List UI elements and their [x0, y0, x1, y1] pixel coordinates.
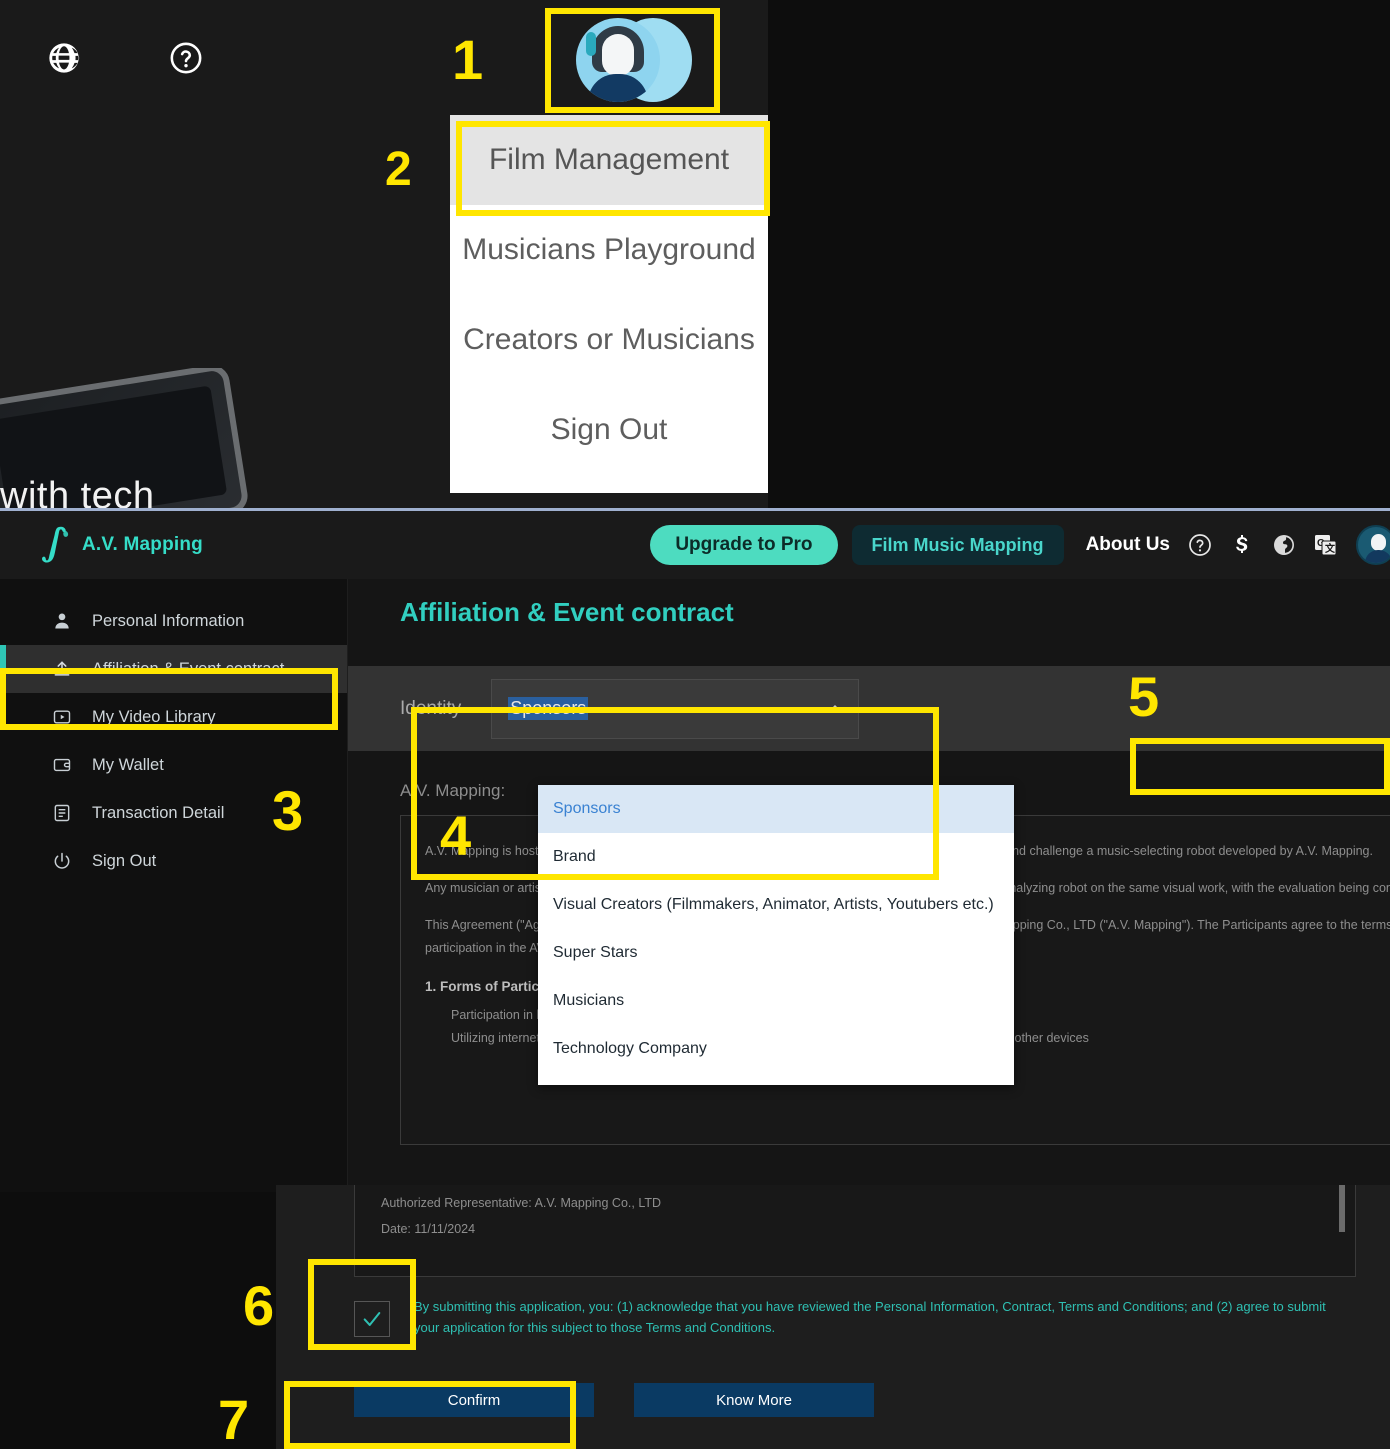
- sidebar-item-my-video-library[interactable]: My Video Library: [0, 693, 347, 741]
- about-us-link[interactable]: About Us: [1086, 534, 1170, 556]
- help-icon[interactable]: [169, 41, 203, 75]
- app-header: A.V. Mapping Upgrade to Pro Film Music M…: [0, 511, 1390, 579]
- dropdown-option-label: Musicians: [553, 992, 625, 1009]
- power-icon: [54, 852, 70, 869]
- dropdown-option-brand[interactable]: Brand: [538, 833, 1014, 881]
- screenshot-root: Film Management Musicians Playground Cre…: [0, 0, 1390, 1449]
- brand[interactable]: A.V. Mapping: [38, 526, 203, 564]
- signature-line: Authorized Representative: A.V. Mapping …: [381, 1196, 662, 1210]
- brand-name: A.V. Mapping: [82, 534, 203, 555]
- agreement-text: By submitting this application, you: (1)…: [414, 1299, 1326, 1335]
- signature-line: Date: 11/11/2024: [381, 1222, 476, 1237]
- sidebar-item-label: Affiliation & Event contract: [92, 659, 285, 678]
- profile-avatar-icon: [570, 14, 698, 106]
- menu-item-label: Film Management: [488, 143, 730, 176]
- sidebar-item-label: My Video Library: [92, 707, 216, 726]
- profile-menu-overlay: Film Management Musicians Playground Cre…: [0, 0, 768, 508]
- page-title: Affiliation & Event contract: [400, 597, 734, 627]
- dropdown-option-label: Brand: [553, 848, 596, 865]
- identity-selected-value: Sponsors: [508, 697, 589, 720]
- menu-item-creators-or-musicians[interactable]: Creators or Musicians: [450, 295, 768, 385]
- background-photo: with tech: [0, 368, 450, 508]
- action-buttons: Confirm Know More: [354, 1383, 874, 1417]
- sidebar: Personal Information Affiliation & Event…: [0, 579, 348, 1192]
- identity-select[interactable]: Sponsors: [491, 678, 860, 739]
- sidebar-item-sign-out[interactable]: Sign Out: [0, 837, 347, 885]
- annotation-number-7: 7: [218, 1388, 250, 1449]
- translate-icon[interactable]: G 文: [1314, 533, 1338, 557]
- film-music-mapping-button[interactable]: Film Music Mapping: [851, 525, 1064, 565]
- globe-icon[interactable]: [1272, 533, 1296, 557]
- menu-item-musicians-playground[interactable]: Musicians Playground: [450, 205, 768, 295]
- dropdown-option-musicians[interactable]: Musicians: [538, 977, 1014, 1025]
- dropdown-option-sponsors[interactable]: Sponsors: [538, 785, 1014, 833]
- identity-panel: Identity Sponsors Edit Profile: [348, 666, 1390, 751]
- scrollbar-thumb[interactable]: [1339, 1185, 1345, 1232]
- help-icon[interactable]: [1188, 533, 1212, 557]
- sidebar-item-personal-information[interactable]: Personal Information: [0, 597, 347, 645]
- identity-dropdown-list: Sponsors Brand Visual Creators (Filmmake…: [538, 785, 1014, 1085]
- annotation-number-5: 5: [1128, 665, 1160, 728]
- identity-label: Identity: [400, 697, 462, 719]
- menu-item-film-management[interactable]: Film Management: [450, 115, 768, 205]
- wallet-icon: [53, 758, 71, 772]
- video-icon: [53, 710, 71, 724]
- dropdown-option-technology-company[interactable]: Technology Company: [538, 1025, 1014, 1073]
- sidebar-item-label: Transaction Detail: [92, 803, 225, 822]
- sidebar-item-affiliation-event-contract[interactable]: Affiliation & Event contract: [0, 645, 347, 693]
- dropdown-option-visual-creators[interactable]: Visual Creators (Filmmakers, Animator, A…: [538, 881, 1014, 929]
- sidebar-item-label: My Wallet: [92, 755, 164, 774]
- menu-item-sign-out[interactable]: Sign Out: [450, 385, 768, 475]
- annotation-number-3: 3: [272, 779, 304, 842]
- dropdown-option-label: Super Stars: [553, 944, 638, 961]
- upload-icon: [54, 661, 70, 676]
- chevron-up-icon: [828, 705, 843, 712]
- menu-item-label: Sign Out: [550, 413, 668, 446]
- agreement-checkbox[interactable]: [354, 1301, 390, 1337]
- confirm-button[interactable]: Confirm: [354, 1383, 594, 1417]
- globe-icon[interactable]: [48, 42, 80, 74]
- signature-box[interactable]: Utilizing internet-connected devices, in…: [354, 1185, 1356, 1277]
- upgrade-to-pro-button[interactable]: Upgrade to Pro: [650, 525, 838, 565]
- dollar-icon[interactable]: [1230, 533, 1254, 557]
- annotation-number-1: 1: [452, 28, 484, 91]
- overlay-avatar-button[interactable]: [560, 10, 708, 110]
- check-icon: [363, 1312, 381, 1326]
- header-actions: Upgrade to Pro Film Music Mapping About …: [650, 511, 1390, 579]
- dropdown-option-super-stars[interactable]: Super Stars: [538, 929, 1014, 977]
- document-icon: [54, 804, 70, 822]
- menu-item-label: Creators or Musicians: [463, 323, 755, 356]
- sidebar-item-label: Personal Information: [92, 611, 245, 630]
- sidebar-item-label: Sign Out: [92, 851, 157, 870]
- dropdown-option-label: Visual Creators (Filmmakers, Animator, A…: [553, 896, 994, 913]
- annotation-number-4: 4: [440, 804, 472, 867]
- dropdown-option-label: Sponsors: [553, 800, 621, 817]
- annotation-number-2: 2: [385, 143, 412, 196]
- person-icon: [55, 613, 69, 629]
- agreement-overlay: Utilizing internet-connected devices, in…: [276, 1185, 1390, 1449]
- svg-text:文: 文: [1325, 542, 1336, 555]
- dropdown-option-label: Technology Company: [553, 1040, 707, 1057]
- photo-caption: with tech: [0, 475, 155, 508]
- agreement-row: By submitting this application, you: (1)…: [354, 1297, 1390, 1339]
- menu-item-label: Musicians Playground: [462, 233, 756, 266]
- profile-dropdown-menu: Film Management Musicians Playground Cre…: [450, 115, 768, 493]
- av-mapping-logo-icon: [42, 526, 69, 563]
- annotation-number-6: 6: [243, 1274, 275, 1337]
- user-avatar[interactable]: [1356, 525, 1390, 565]
- know-more-button[interactable]: Know More: [634, 1383, 874, 1417]
